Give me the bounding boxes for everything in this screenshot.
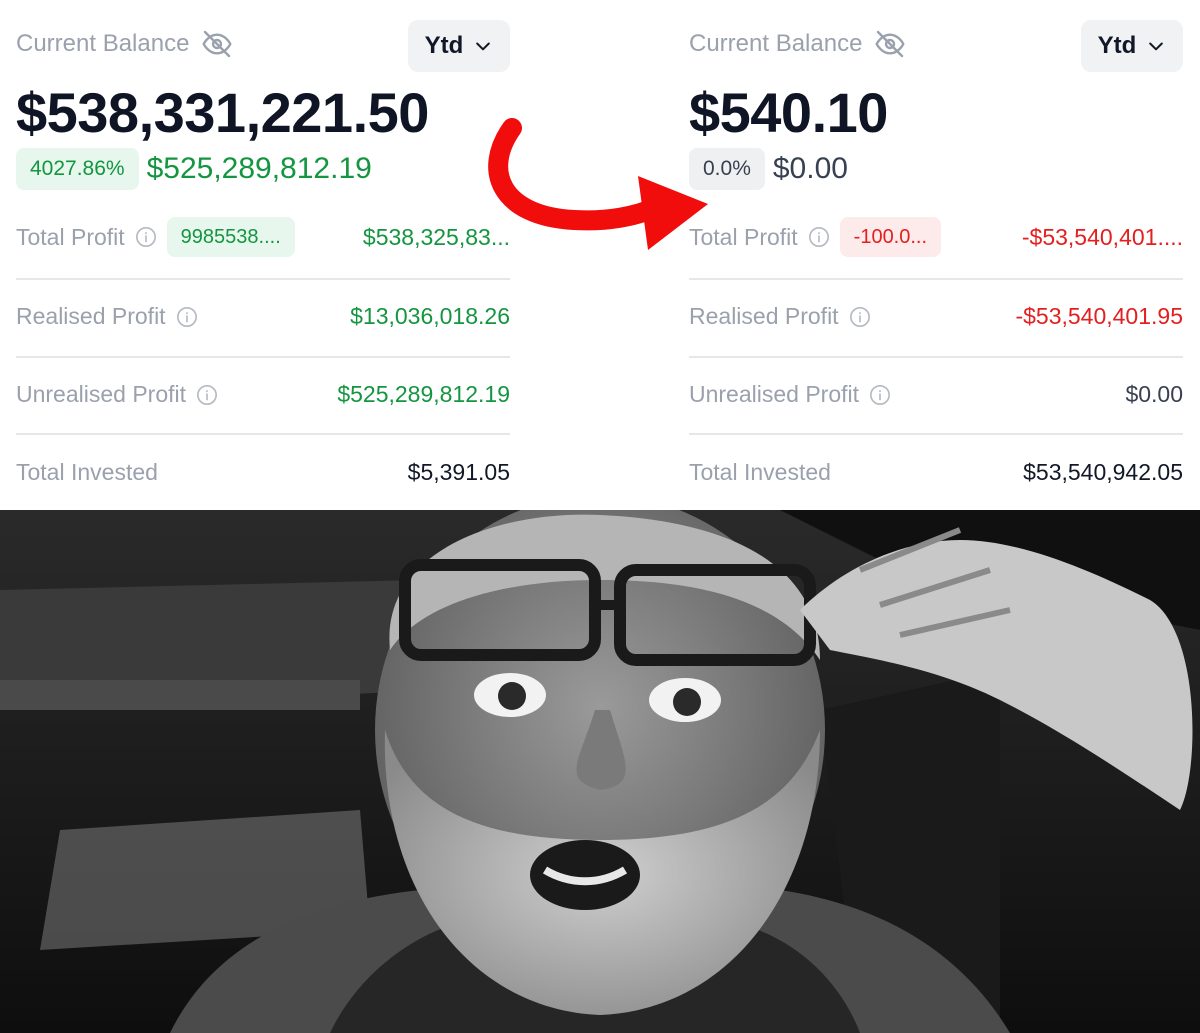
total-invested-row: Total Invested $53,540,942.05 (689, 459, 1183, 486)
total-invested-value: $53,540,942.05 (1023, 459, 1183, 485)
balance-change: 4027.86% $525,289,812.19 (16, 148, 372, 190)
info-icon[interactable] (176, 306, 198, 328)
reaction-photo (0, 510, 1200, 1033)
eye-slash-icon[interactable] (201, 28, 233, 60)
info-icon[interactable] (135, 226, 157, 248)
total-profit-percent-badge: 9985538.... (166, 217, 295, 257)
divider (689, 278, 1183, 280)
balance-label-row: Current Balance (689, 28, 906, 60)
reaction-photo-illustration (0, 510, 1200, 1033)
unrealised-profit-row: Unrealised Profit $0.00 (689, 381, 1183, 408)
change-amount: $0.00 (772, 152, 848, 185)
chevron-down-icon (476, 42, 491, 51)
period-dropdown[interactable]: Ytd (408, 20, 510, 72)
unrealised-profit-value: $0.00 (1125, 381, 1183, 407)
unrealised-profit-label: Unrealised Profit (16, 381, 187, 407)
divider (16, 278, 510, 280)
realised-profit-label: Realised Profit (689, 303, 839, 329)
eye-slash-icon[interactable] (874, 28, 906, 60)
info-icon[interactable] (808, 226, 830, 248)
change-percent-badge: 4027.86% (16, 148, 139, 190)
period-label: Ytd (424, 32, 464, 59)
period-dropdown[interactable]: Ytd (1081, 20, 1183, 72)
total-profit-row: Total Profit -100.0... -$53,540,401.... (689, 217, 1183, 257)
realised-profit-row: Realised Profit $13,036,018.26 (16, 303, 510, 330)
unrealised-profit-row: Unrealised Profit $525,289,812.19 (16, 381, 510, 408)
curved-arrow-icon (488, 118, 708, 250)
realised-profit-value: $13,036,018.26 (350, 303, 510, 329)
total-invested-label: Total Invested (16, 459, 158, 485)
total-invested-row: Total Invested $5,391.05 (16, 459, 510, 486)
total-profit-row: Total Profit 9985538.... $538,325,83... (16, 217, 510, 257)
realised-profit-value: -$53,540,401.95 (1015, 303, 1183, 329)
unrealised-profit-label: Unrealised Profit (689, 381, 860, 407)
info-icon[interactable] (849, 306, 871, 328)
period-label: Ytd (1097, 32, 1137, 59)
info-icon[interactable] (196, 384, 218, 406)
portfolio-panel-after: Current Balance Ytd $540.10 0.0% $0.00 T… (689, 0, 1183, 510)
chevron-down-icon (1149, 42, 1164, 51)
total-profit-percent-badge: -100.0... (839, 217, 942, 257)
divider (689, 433, 1183, 435)
total-profit-value: -$53,540,401.... (1021, 223, 1183, 250)
total-invested-value: $5,391.05 (407, 459, 510, 485)
realised-profit-label: Realised Profit (16, 303, 166, 329)
portfolio-comparison: Current Balance Ytd $538,331,221.50 4027… (0, 0, 1200, 510)
divider (16, 356, 510, 358)
realised-profit-row: Realised Profit -$53,540,401.95 (689, 303, 1183, 330)
divider (689, 356, 1183, 358)
divider (16, 433, 510, 435)
unrealised-profit-value: $525,289,812.19 (337, 381, 510, 407)
total-invested-label: Total Invested (689, 459, 831, 485)
balance-label-row: Current Balance (16, 28, 233, 60)
current-balance: $540.10 (689, 81, 888, 144)
current-balance: $538,331,221.50 (16, 81, 429, 144)
portfolio-panel-before: Current Balance Ytd $538,331,221.50 4027… (16, 0, 510, 510)
change-amount: $525,289,812.19 (146, 152, 372, 185)
total-profit-label: Total Profit (16, 223, 125, 250)
info-icon[interactable] (869, 384, 891, 406)
balance-label: Current Balance (689, 30, 863, 57)
balance-label: Current Balance (16, 30, 190, 57)
